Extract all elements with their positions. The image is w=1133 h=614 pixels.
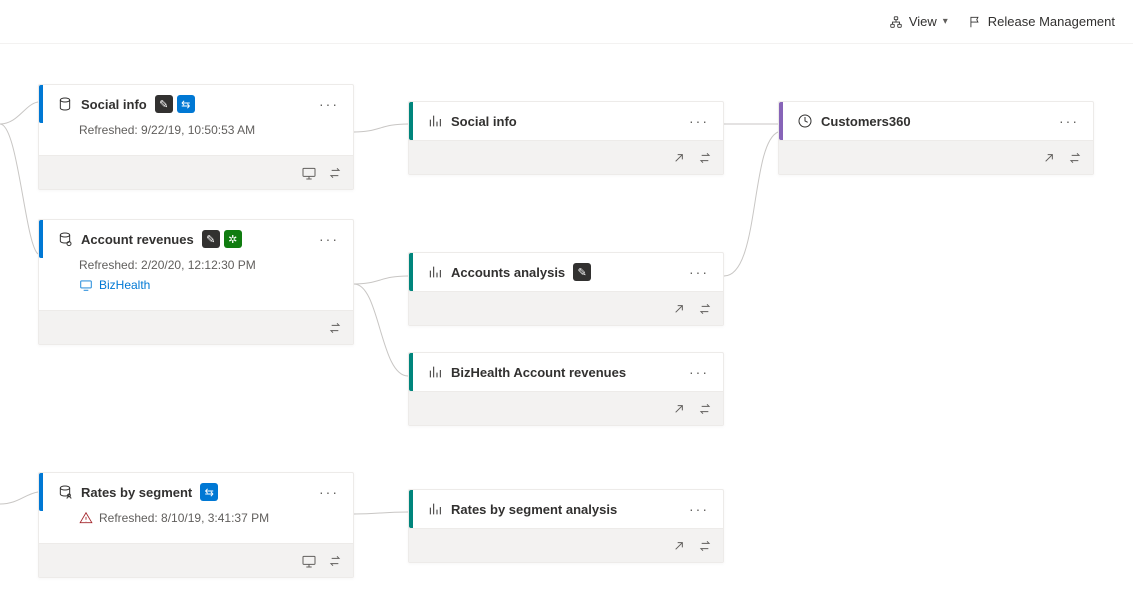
report-icon [427,364,443,380]
swap-icon[interactable] [697,401,713,417]
refreshed-timestamp: Refreshed: 2/20/20, 12:12:30 PM [79,258,335,272]
warning-icon [79,511,93,525]
report-icon [427,264,443,280]
report-title: BizHealth Account revenues [451,365,626,380]
release-label: Release Management [988,14,1115,29]
report-title: Social info [451,114,517,129]
report-icon [427,113,443,129]
dataset-icon [57,96,73,112]
workspace-icon [79,278,93,292]
endorsement-badge-icon: ✎ [155,95,173,113]
dataset-user-icon [57,484,73,500]
more-options-button[interactable]: ··· [319,96,339,112]
more-options-button[interactable]: ··· [319,231,339,247]
swap-icon[interactable] [697,538,713,554]
more-options-button[interactable]: ··· [689,264,709,280]
view-dropdown[interactable]: View ▾ [889,14,948,29]
report-icon [427,501,443,517]
certified-badge-icon: ✲ [224,230,242,248]
flag-icon [968,15,982,29]
lineage-canvas: Social info ✎ ⇆ ··· Refreshed: 9/22/19, … [0,44,1133,614]
swap-icon[interactable] [327,320,343,336]
more-options-button[interactable]: ··· [689,113,709,129]
open-icon[interactable] [671,538,687,554]
endorsement-badge-icon: ✎ [573,263,591,281]
workspace-link[interactable]: BizHealth [99,278,150,292]
datasource-title: Social info [81,97,147,112]
refreshed-timestamp-warning: Refreshed: 8/10/19, 3:41:37 PM [79,511,335,525]
explore-icon[interactable] [301,165,317,181]
dataset-shared-icon [57,231,73,247]
more-options-button[interactable]: ··· [689,501,709,517]
report-card-accounts-analysis[interactable]: Accounts analysis ✎ ··· [408,252,724,326]
open-icon[interactable] [1041,150,1057,166]
refreshed-timestamp: Refreshed: 9/22/19, 10:50:53 AM [79,123,335,137]
more-options-button[interactable]: ··· [689,364,709,380]
more-options-button[interactable]: ··· [319,484,339,500]
endorsement-badge-icon: ✎ [202,230,220,248]
swap-icon[interactable] [327,553,343,569]
report-card-bizhealth-account-revenues[interactable]: BizHealth Account revenues ··· [408,352,724,426]
swap-icon[interactable] [1067,150,1083,166]
explore-icon[interactable] [301,553,317,569]
datasource-card-social-info[interactable]: Social info ✎ ⇆ ··· Refreshed: 9/22/19, … [38,84,354,190]
open-icon[interactable] [671,401,687,417]
open-icon[interactable] [671,150,687,166]
swap-icon[interactable] [697,301,713,317]
report-title: Accounts analysis [451,265,565,280]
app-card-customers360[interactable]: Customers360 ··· [778,101,1094,175]
report-card-social-info[interactable]: Social info ··· [408,101,724,175]
datasource-title: Account revenues [81,232,194,247]
toolbar: View ▾ Release Management [0,0,1133,44]
workspace-link-row: BizHealth [79,278,335,292]
report-title: Rates by segment analysis [451,502,617,517]
datasource-title: Rates by segment [81,485,192,500]
sensitivity-badge-icon: ⇆ [200,483,218,501]
app-icon [797,113,813,129]
swap-icon[interactable] [697,150,713,166]
report-card-rates-by-segment-analysis[interactable]: Rates by segment analysis ··· [408,489,724,563]
chevron-down-icon: ▾ [943,16,948,27]
open-icon[interactable] [671,301,687,317]
app-title: Customers360 [821,114,911,129]
sensitivity-badge-icon: ⇆ [177,95,195,113]
more-options-button[interactable]: ··· [1059,113,1079,129]
datasource-card-rates-by-segment[interactable]: Rates by segment ⇆ ··· Refreshed: 8/10/1… [38,472,354,578]
tree-icon [889,15,903,29]
datasource-card-account-revenues[interactable]: Account revenues ✎ ✲ ··· Refreshed: 2/20… [38,219,354,345]
swap-icon[interactable] [327,165,343,181]
view-label: View [909,14,937,29]
release-management-button[interactable]: Release Management [968,14,1115,29]
